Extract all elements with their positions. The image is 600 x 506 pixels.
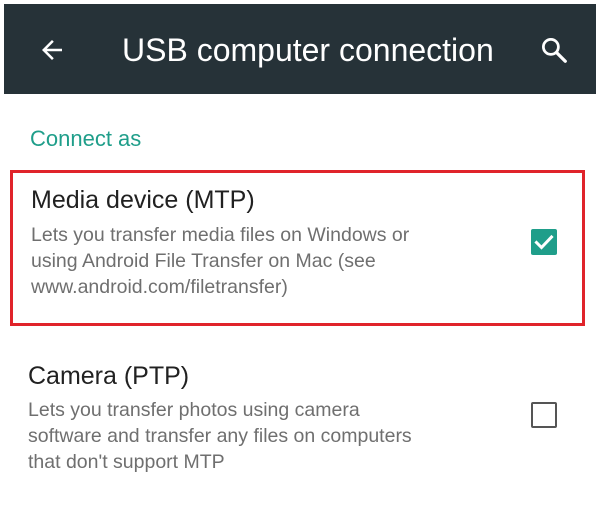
checkmark-icon	[534, 234, 554, 250]
option-title: Camera (PTP)	[28, 362, 190, 390]
page-title: USB computer connection	[122, 32, 494, 68]
mtp-checkbox[interactable]	[531, 229, 557, 255]
back-button[interactable]	[32, 30, 72, 70]
option-camera-ptp[interactable]: Camera (PTP) Lets you transfer photos us…	[10, 350, 585, 490]
search-icon	[542, 38, 567, 63]
usb-connection-screen: USB computer connection Connect as Media…	[0, 0, 600, 506]
arrow-back-icon	[42, 40, 62, 60]
option-title: Media device (MTP)	[31, 186, 255, 214]
option-description: Lets you transfer photos using camera so…	[28, 399, 412, 473]
search-button[interactable]	[534, 30, 574, 70]
option-media-device-mtp[interactable]: Media device (MTP) Lets you transfer med…	[10, 170, 585, 326]
section-header-connect-as: Connect as	[30, 126, 142, 151]
ptp-checkbox[interactable]	[531, 402, 557, 428]
option-description: Lets you transfer media files on Windows…	[31, 224, 410, 298]
app-bar: USB computer connection	[4, 4, 596, 94]
